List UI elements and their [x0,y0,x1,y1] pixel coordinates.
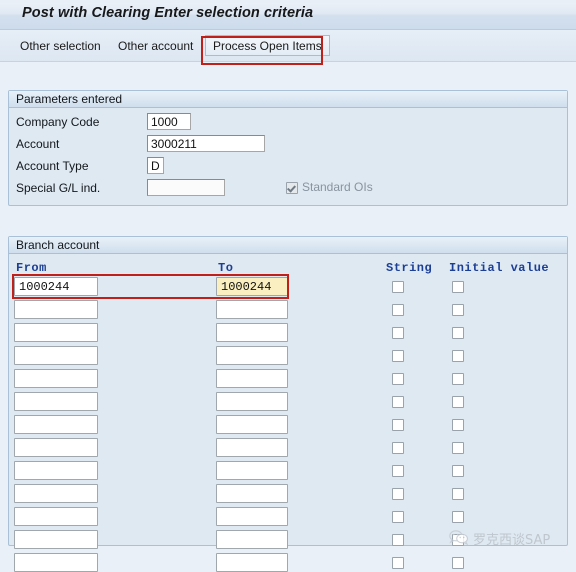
column-header-to: To [218,261,234,275]
other-selection-button[interactable]: Other selection [12,35,109,56]
branch-to-field-1[interactable] [216,300,288,319]
other-account-button[interactable]: Other account [110,35,201,56]
branch-initial-value-checkbox-11[interactable] [452,534,464,546]
branch-from-field-11[interactable] [14,530,98,549]
branch-to-field-7[interactable] [216,438,288,457]
branch-from-field-8[interactable] [14,461,98,480]
parameters-panel-header: Parameters entered [9,91,567,108]
parameters-entered-panel: Parameters entered Company Code Account … [8,90,568,206]
branch-from-field-0[interactable] [14,277,98,296]
title-bar-top-line [0,0,576,3]
branch-from-field-10[interactable] [14,507,98,526]
branch-panel-header: Branch account [9,237,567,254]
branch-from-field-4[interactable] [14,369,98,388]
branch-string-checkbox-0[interactable] [392,281,404,293]
account-label: Account [16,137,60,151]
branch-from-field-3[interactable] [14,346,98,365]
account-field[interactable] [147,135,265,152]
column-header-string: String [386,261,433,275]
account-type-label: Account Type [16,159,89,173]
branch-string-checkbox-9[interactable] [392,488,404,500]
branch-to-field-10[interactable] [216,507,288,526]
branch-initial-value-checkbox-12[interactable] [452,557,464,569]
branch-to-field-0[interactable] [216,277,288,296]
branch-to-field-12[interactable] [216,553,288,572]
column-header-initial-value: Initial value [449,261,550,275]
branch-initial-value-checkbox-10[interactable] [452,511,464,523]
account-type-field[interactable] [147,157,164,174]
parameters-panel-title: Parameters entered [16,92,123,106]
branch-to-field-5[interactable] [216,392,288,411]
branch-string-checkbox-12[interactable] [392,557,404,569]
branch-string-checkbox-10[interactable] [392,511,404,523]
branch-panel-title: Branch account [16,238,100,252]
process-open-items-button[interactable]: Process Open Items [205,35,330,56]
branch-to-field-9[interactable] [216,484,288,503]
branch-initial-value-checkbox-0[interactable] [452,281,464,293]
company-code-label: Company Code [16,115,100,129]
standard-ois-label: Standard OIs [302,180,373,194]
toolbar: Other selection Other account Process Op… [0,30,576,62]
branch-from-field-9[interactable] [14,484,98,503]
branch-initial-value-checkbox-4[interactable] [452,373,464,385]
branch-to-field-8[interactable] [216,461,288,480]
page-title: Post with Clearing Enter selection crite… [22,5,314,21]
branch-string-checkbox-2[interactable] [392,327,404,339]
branch-to-field-11[interactable] [216,530,288,549]
branch-initial-value-checkbox-5[interactable] [452,396,464,408]
branch-to-field-3[interactable] [216,346,288,365]
branch-initial-value-checkbox-9[interactable] [452,488,464,500]
branch-from-field-6[interactable] [14,415,98,434]
branch-from-field-5[interactable] [14,392,98,411]
branch-string-checkbox-11[interactable] [392,534,404,546]
branch-string-checkbox-5[interactable] [392,396,404,408]
branch-from-field-12[interactable] [14,553,98,572]
branch-from-field-1[interactable] [14,300,98,319]
branch-string-checkbox-4[interactable] [392,373,404,385]
branch-initial-value-checkbox-8[interactable] [452,465,464,477]
column-header-from: From [16,261,47,275]
branch-account-panel: Branch account From To String Initial va… [8,236,568,572]
branch-string-checkbox-1[interactable] [392,304,404,316]
company-code-field[interactable] [147,113,191,130]
branch-string-checkbox-6[interactable] [392,419,404,431]
branch-to-field-6[interactable] [216,415,288,434]
branch-initial-value-checkbox-1[interactable] [452,304,464,316]
special-gl-ind-field[interactable] [147,179,225,196]
window-title-bar: Post with Clearing Enter selection crite… [0,0,576,30]
branch-initial-value-checkbox-2[interactable] [452,327,464,339]
branch-initial-value-checkbox-6[interactable] [452,419,464,431]
standard-ois-checkbox [286,182,298,194]
branch-to-field-2[interactable] [216,323,288,342]
branch-from-field-7[interactable] [14,438,98,457]
branch-string-checkbox-3[interactable] [392,350,404,362]
branch-initial-value-checkbox-3[interactable] [452,350,464,362]
branch-string-checkbox-8[interactable] [392,465,404,477]
branch-to-field-4[interactable] [216,369,288,388]
branch-initial-value-checkbox-7[interactable] [452,442,464,454]
special-gl-ind-label: Special G/L ind. [16,181,101,195]
branch-from-field-2[interactable] [14,323,98,342]
branch-string-checkbox-7[interactable] [392,442,404,454]
